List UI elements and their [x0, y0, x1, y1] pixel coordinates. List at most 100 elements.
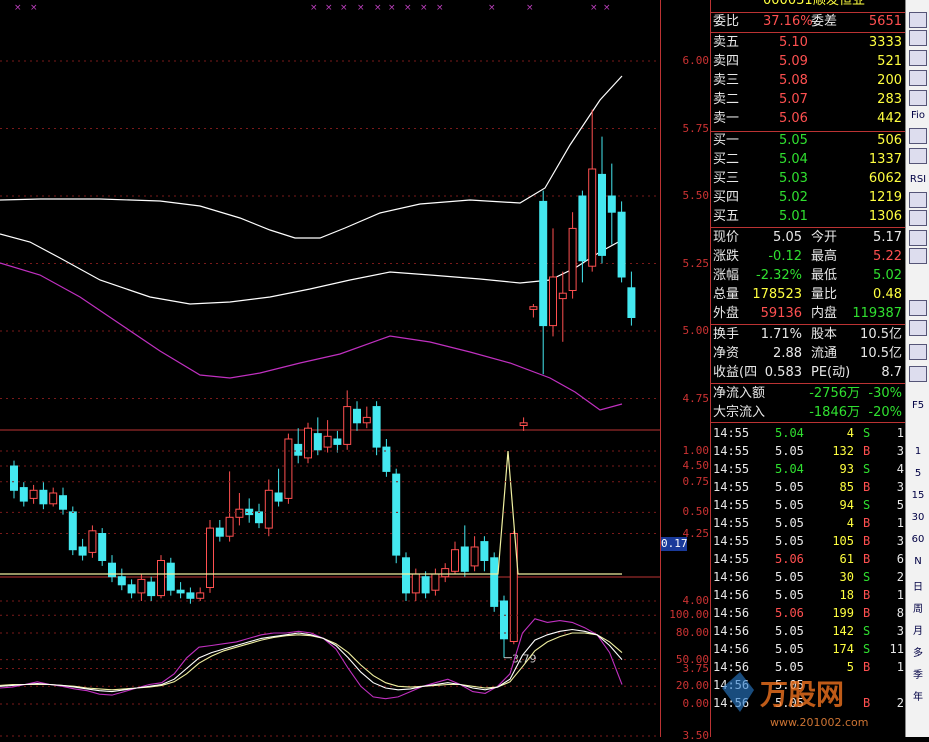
flow-label: 大宗流入 — [713, 405, 766, 420]
trade-row: 14:55 5.05 4 B 1 — [713, 514, 906, 532]
bid-volume: 1337 — [868, 152, 902, 167]
toolbar-button-7[interactable]: 60 — [908, 532, 928, 548]
candle-up — [568, 227, 577, 291]
toolbar-button-11[interactable]: 月 — [908, 624, 928, 640]
candle-down — [98, 533, 107, 561]
candle-up — [549, 276, 557, 327]
ask-row: 卖五 5.10 3333 — [713, 34, 906, 52]
trade-count: 1 — [896, 660, 904, 674]
fund-value: 10.5亿 — [860, 346, 902, 361]
toolbar-button-6[interactable]: 30 — [908, 510, 928, 526]
toolbar-tool-icon[interactable] — [909, 230, 927, 246]
candle-up — [284, 438, 293, 499]
trade-time: 14:56 — [713, 696, 750, 710]
trade-volume: 174 — [832, 642, 854, 656]
trade-side: B — [863, 660, 871, 674]
toolbar-tool-icon[interactable] — [909, 192, 927, 208]
toolbar-button-1[interactable]: RSI — [908, 172, 928, 188]
signal-marker: × — [488, 3, 496, 13]
toolbar-tool-icon[interactable] — [909, 70, 927, 86]
candle-down — [607, 195, 616, 213]
toolbar-tool-icon[interactable] — [909, 210, 927, 226]
candle-up — [264, 489, 273, 529]
toolbar-tool-icon[interactable] — [909, 50, 927, 66]
ask-volume: 3333 — [868, 35, 902, 50]
toolbar-button-10[interactable]: 周 — [908, 602, 928, 618]
candle-up — [343, 406, 352, 445]
toolbar-button-13[interactable]: 季 — [908, 668, 928, 684]
toolbar-tool-icon[interactable] — [909, 320, 927, 336]
flow-pct: -30% — [868, 386, 902, 401]
toolbar-button-4[interactable]: 5 — [908, 466, 928, 482]
toolbar-tool-icon[interactable] — [909, 90, 927, 106]
toolbar-button-3[interactable]: 1 — [908, 444, 928, 460]
axis-tick-kdj: 80.00 — [675, 626, 709, 640]
ask-volume: 283 — [877, 92, 902, 107]
trade-side: B — [863, 606, 871, 620]
candle-up — [470, 546, 479, 567]
toolbar-tool-icon[interactable] — [909, 366, 927, 382]
candle-down — [78, 546, 87, 556]
toolbar-tool-icon[interactable] — [909, 12, 927, 28]
flow-row: 大宗流入 -1846万 -20% — [713, 404, 906, 422]
quote-label: 内盘 — [811, 306, 838, 321]
candle-down — [117, 576, 126, 586]
candle-up — [529, 306, 538, 310]
trade-price: 5.05 — [775, 480, 804, 494]
trade-side: S — [863, 642, 871, 656]
ask-label: 卖二 — [713, 92, 740, 107]
flow-label: 净流入额 — [713, 386, 766, 401]
toolbar-tool-icon[interactable] — [909, 344, 927, 360]
candle-down — [176, 589, 185, 594]
toolbar-tool-icon[interactable] — [909, 30, 927, 46]
toolbar-button-12[interactable]: 多 — [908, 646, 928, 662]
trade-time: 14:55 — [713, 480, 750, 494]
ask-label: 卖一 — [713, 111, 740, 126]
fund-label: PE(动) — [811, 365, 851, 380]
trade-side: S — [863, 462, 871, 476]
axis-tick-kdj: 0.00 — [682, 697, 710, 710]
trade-price: 5.05 — [775, 624, 804, 638]
ask-label: 卖三 — [713, 73, 740, 88]
bid-label: 买三 — [713, 171, 740, 186]
axis-tick-price: 3.50 — [682, 729, 710, 742]
toolbar-tool-icon[interactable] — [909, 128, 927, 144]
candle-down — [353, 408, 361, 424]
trade-side: B — [863, 552, 871, 566]
toolbar-button-8[interactable]: N — [908, 554, 928, 570]
quote-label: 外盘 — [713, 306, 740, 321]
candle-up — [206, 527, 214, 588]
fundamental-row: 净资 2.88 流通 10.5亿 — [713, 345, 906, 363]
toolbar-tool-icon[interactable] — [909, 300, 927, 316]
right-toolbar[interactable]: Fio RSI F5 1 5 15 30 60 N 日周月多季年 — [905, 0, 929, 737]
toolbar-tool-icon[interactable] — [909, 248, 927, 264]
trade-count: 6 — [896, 552, 904, 566]
candle-up — [157, 560, 165, 597]
kline-chart-area[interactable]: × × × × × × × × × × × × × × × 3.79 — [0, 0, 660, 737]
toolbar-tool-icon[interactable] — [909, 148, 927, 164]
quote-value: 5.02 — [873, 268, 902, 283]
kline-svg[interactable]: × × × × × × × × × × × × × × ×3.79 — [0, 0, 660, 737]
candle-down — [39, 489, 48, 505]
candle-down — [539, 200, 548, 327]
fund-value: 1.71% — [760, 327, 802, 342]
trade-count: 3 — [896, 444, 904, 458]
bid-price: 5.02 — [779, 190, 808, 205]
candle-down — [68, 511, 77, 551]
trade-row: 14:55 5.04 93 S 4 — [713, 460, 906, 478]
trade-volume: 94 — [839, 498, 854, 512]
bid-volume: 1219 — [868, 190, 902, 205]
toolbar-button-5[interactable]: 15 — [908, 488, 928, 504]
fund-label: 净资 — [713, 346, 740, 361]
toolbar-button-9[interactable]: 日 — [908, 580, 928, 596]
trade-volume: 5 — [846, 660, 854, 674]
signal-marker: × — [420, 3, 428, 13]
toolbar-button-0[interactable]: Fio — [908, 108, 928, 124]
toolbar-button-2[interactable]: F5 — [908, 398, 928, 414]
trade-side: B — [863, 588, 871, 602]
trade-time: 14:56 — [713, 606, 750, 620]
trade-price: 5.06 — [775, 606, 804, 620]
quote-row: 外盘 59136 内盘 119387 — [713, 305, 906, 323]
signal-marker: × — [388, 3, 396, 13]
toolbar-button-14[interactable]: 年 — [908, 690, 928, 706]
